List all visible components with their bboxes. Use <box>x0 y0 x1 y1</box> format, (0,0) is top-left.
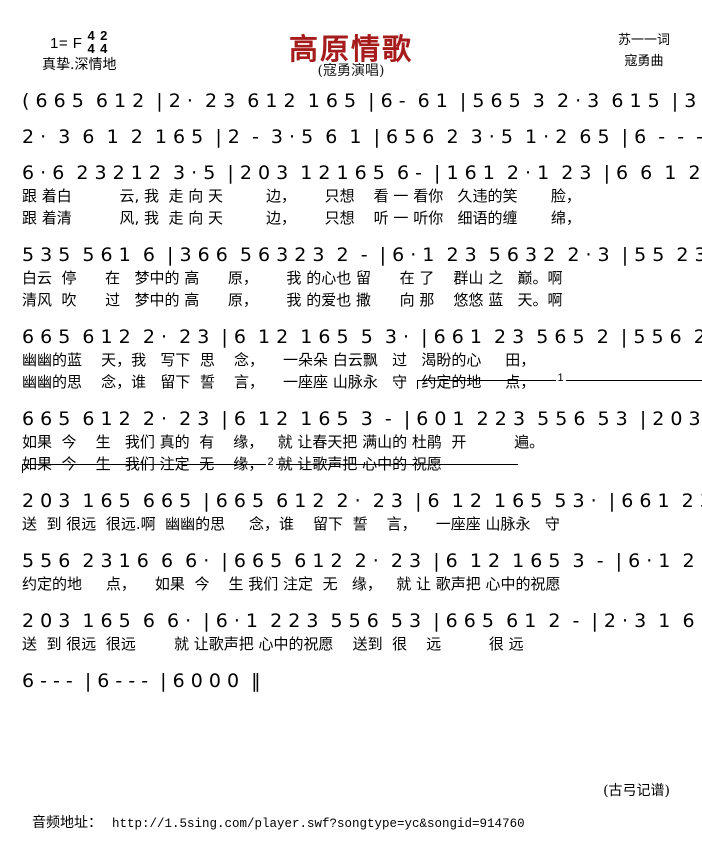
staff-line-verse-2: 5 3 5 5 6 1 6 | 3 6 6 5 6 3 2 3 2 - | 6 … <box>22 232 702 312</box>
notation-row: 6 6 5 6 1 2 2 · 2 3 | 6 1 2 1 6 5 5 3 · … <box>22 326 702 348</box>
second-ending-bracket: 2 <box>22 456 518 473</box>
audio-url-link[interactable]: http://1.5sing.com/player.swf?songtype=y… <box>112 817 525 831</box>
sheet-header: 1= F 4 4 2 4 真挚.深情地 高原情歌 (寇勇演唱) 苏一一词 寇勇曲 <box>0 0 702 79</box>
lyrics-verse-6-line-a: 约定的地 点， 如果 今 生 我们 注定 无 缘， 就 让 歌声把 心中的祝愿 <box>22 575 561 593</box>
audio-address-row: 音频地址： http://1.5sing.com/player.swf?song… <box>32 812 525 832</box>
transcriber-credit: (古弓记谱) <box>603 783 670 799</box>
music-score: ( 6 6 5 6 1 2 | 2 · 2 3 6 1 2 1 6 5 | 6 … <box>0 78 702 692</box>
notation-row: 6 · 6 2 3 2 1 2 3 · 5 | 2 0 3 1 2 1 6 5 … <box>22 162 701 184</box>
staff-line-verse-7: 2 0 3 1 6 5 6 6 · | 6 · 1 2 2 3 5 5 6 5 … <box>22 598 702 656</box>
staff-line-verse-1: 6 · 6 2 3 2 1 2 3 · 5 | 2 0 3 1 2 1 6 5 … <box>22 150 701 230</box>
notation-row: 2 · 3 6 1 2 1 6 5 | 2 - 3 · 5 6 1 | 6 5 … <box>22 126 702 148</box>
notation-row: 5 5 6 2 3 1 6 6 6 · | 6 6 5 6 1 2 2 · 2 … <box>22 550 702 572</box>
lyrics-verse-1-line-a: 跟 着白 云, 我 走 向 天 边， 只想 看 一 看你 久违的笑 脸， <box>22 187 581 205</box>
lyrics-verse-7-line-a: 送 到 很远 很远 就 让歌声把 心中的祝愿 送到 很 远 很 远 <box>22 635 524 653</box>
notation-row: 5 3 5 5 6 1 6 | 3 6 6 5 6 3 2 3 2 - | 6 … <box>22 244 702 266</box>
staff-line-verse-6: 5 5 6 2 3 1 6 6 6 · | 6 6 5 6 1 2 2 · 2 … <box>22 538 702 596</box>
notation-row: 6 6 5 6 1 2 2 · 2 3 | 6 1 2 1 6 5 3 - | … <box>22 408 701 430</box>
staff-line-verse-5: 2 2 0 3 1 6 5 6 6 5 | 6 6 5 6 1 2 2 · 2 … <box>22 456 702 536</box>
notation-row: ( 6 6 5 6 1 2 | 2 · 2 3 6 1 2 1 6 5 | 6 … <box>22 90 697 112</box>
lyrics-verse-5-line-a: 送 到 很远 很远.啊 幽幽的思 念，谁 留下 誓 言， 一座座 山脉永 守 <box>22 515 560 533</box>
notation-row: 6 - - - | 6 - - - | 6 0 0 0 ‖ <box>22 670 261 692</box>
lyrics-verse-4-line-a: 如果 今 生 我们 真的 有 缘， 就 让春天把 满山的 杜鹃 开 遍。 <box>22 433 545 451</box>
lyrics-verse-2-line-a: 白云 停 在 梦中的 高 原， 我 的心也 留 在 了 群山 之 巅。啊 <box>22 269 563 287</box>
staff-line-coda: 6 - - - | 6 - - - | 6 0 0 0 ‖ <box>22 658 680 692</box>
first-ending-bracket: 1 <box>417 372 702 389</box>
first-ending-label: 1 <box>555 372 566 384</box>
credits-block: 苏一一词 寇勇曲 <box>618 30 670 73</box>
notation-row: 2 0 3 1 6 5 6 6 5 | 6 6 5 6 1 2 2 · 2 3 … <box>22 490 702 512</box>
composer-credit: 寇勇曲 <box>624 54 664 70</box>
staff-line-intro-1: ( 6 6 5 6 1 2 | 2 · 2 3 6 1 2 1 6 5 | 6 … <box>22 78 697 112</box>
lyrics-verse-3-line-a: 幽幽的蓝 天，我 写下 思 念， 一朵朵 白云飘 过 渴盼的心 田， <box>22 351 536 369</box>
notation-row: 2 0 3 1 6 5 6 6 · | 6 · 1 2 2 3 5 5 6 5 … <box>22 610 702 632</box>
staff-line-intro-2: 2 · 3 6 1 2 1 6 5 | 2 - 3 · 5 6 1 | 6 5 … <box>22 114 702 148</box>
lyrics-verse-2-line-b: 清风 吹 过 梦中的 高 原， 我 的爱也 撒 向 那 悠悠 蓝 天。啊 <box>22 291 563 309</box>
audio-address-label: 音频地址： <box>32 815 102 831</box>
second-ending-label: 2 <box>265 456 276 468</box>
lyrics-verse-1-line-b: 跟 着清 风, 我 走 向 天 边， 只想 听 一 听你 细语的缠 绵， <box>22 209 581 227</box>
performer-credit: (寇勇演唱) <box>317 63 385 79</box>
lyricist-credit: 苏一一词 <box>617 33 670 48</box>
